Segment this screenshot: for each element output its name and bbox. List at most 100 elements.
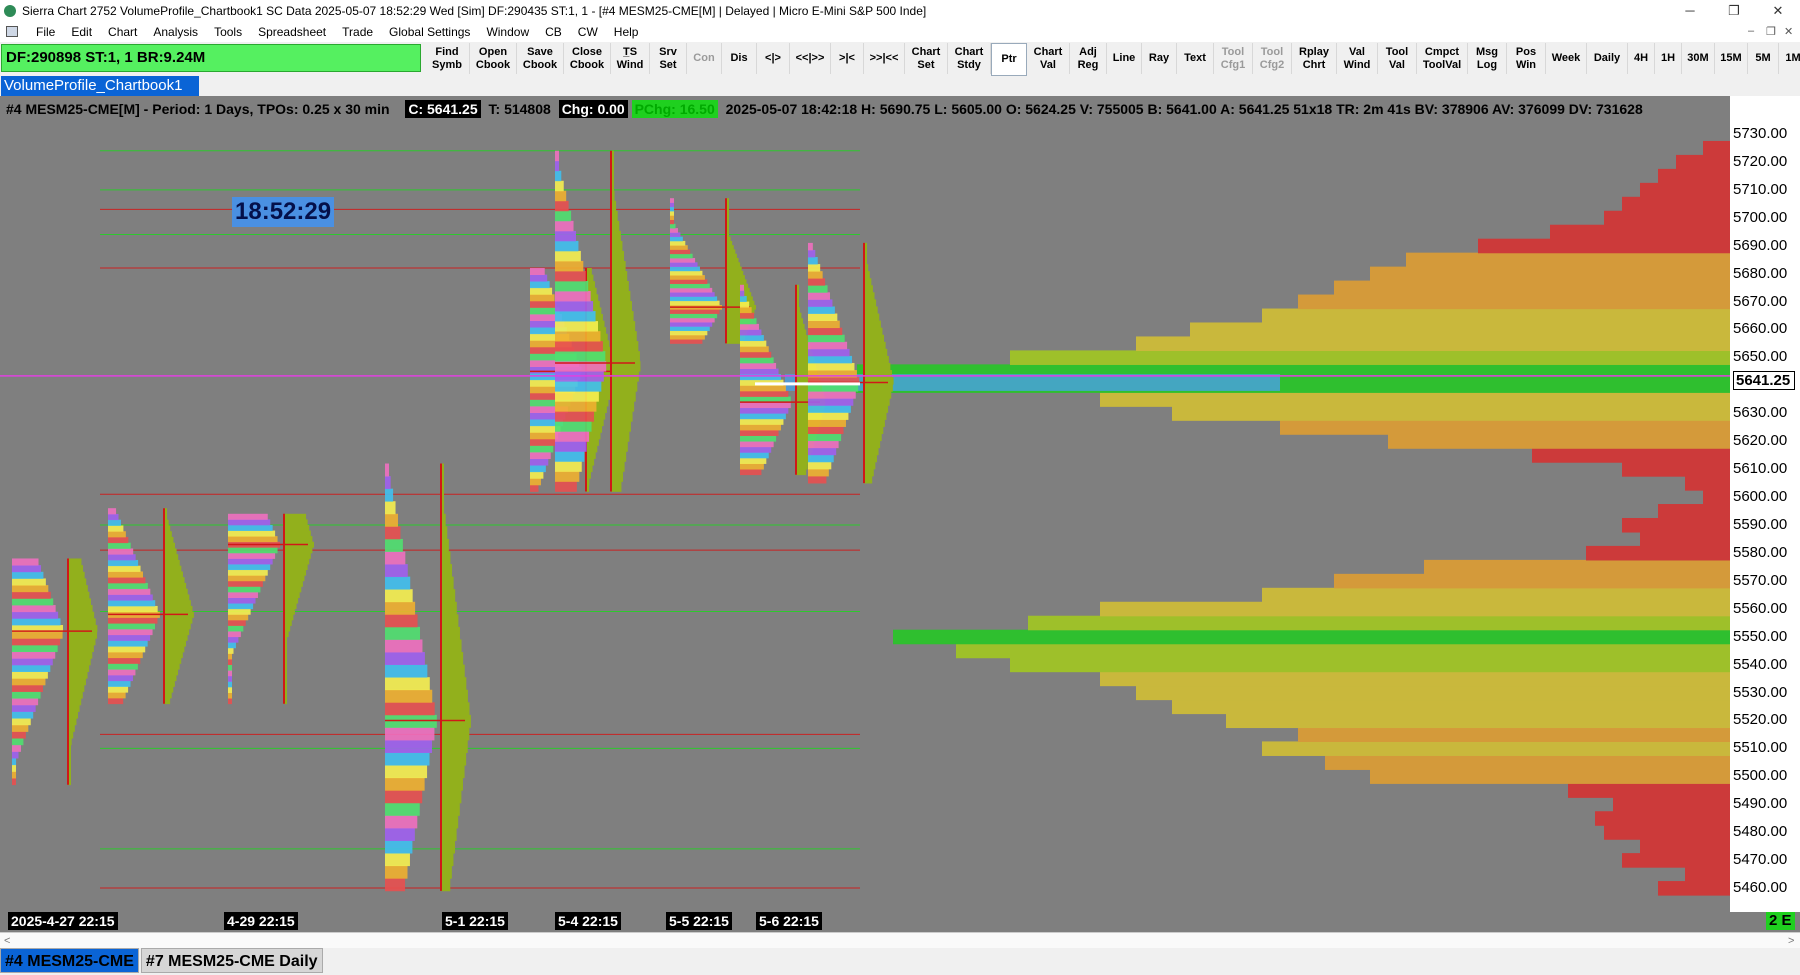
volume-profile-row (164, 531, 172, 538)
toolbar-button-save-cbook[interactable]: Save Cbook (517, 43, 564, 74)
toolbar-button-cmpct-toolval[interactable]: Cmpct ToolVal (1417, 43, 1468, 74)
toolbar-button-chart-stdy[interactable]: Chart Stdy (948, 43, 991, 74)
tpo-row (108, 686, 129, 693)
volume-profile-row (68, 671, 88, 679)
volume-profile-row (164, 588, 188, 595)
menu-help[interactable]: Help (606, 22, 647, 42)
menu-trade[interactable]: Trade (334, 22, 381, 42)
tpo-row (385, 865, 408, 879)
toolbar-button-srv-set[interactable]: Srv Set (650, 43, 687, 74)
tpo-row (670, 334, 705, 340)
menu-cb[interactable]: CB (537, 22, 570, 42)
price-tick-label: 5590.00 (1733, 515, 1788, 533)
menu-chart[interactable]: Chart (100, 22, 145, 42)
tpo-row (385, 677, 430, 691)
toolbar-button-ts-wind[interactable]: T̲S Wind (611, 43, 650, 74)
mdi-close-button[interactable]: ✕ (1784, 25, 1793, 38)
tpo-row (385, 476, 391, 490)
mdi-minimize-button[interactable]: – (1748, 25, 1754, 37)
horizontal-scrollbar[interactable]: < > (0, 932, 1800, 949)
toolbar-button-[interactable]: >>|<< (864, 43, 905, 74)
toolbar-button-5m[interactable]: 5M (1748, 43, 1779, 74)
menu-analysis[interactable]: Analysis (145, 22, 206, 42)
chart-window-icon[interactable] (6, 26, 18, 37)
toolbar-button-1m[interactable]: 1M (1779, 43, 1800, 74)
tpo-row (670, 258, 696, 263)
menu-window[interactable]: Window (478, 22, 537, 42)
composite-profile-bar (1622, 853, 1730, 868)
toolbar-button-[interactable]: <<|>> (790, 43, 831, 74)
toolbar-button-val-wind[interactable]: Val Wind (1337, 43, 1378, 74)
toolbar-button-pos-win[interactable]: Pos Win (1507, 43, 1546, 74)
toolbar-button-chart-set[interactable]: Chart Set (905, 43, 948, 74)
chartbook-name[interactable]: VolumeProfile_Chartbook1 (1, 76, 199, 96)
toolbar-button-15m[interactable]: 15M (1715, 43, 1748, 74)
volume-profile-row (164, 623, 191, 630)
volume-profile-row (611, 230, 621, 242)
volume-profile-row (164, 646, 185, 653)
volume-profile-row (441, 702, 470, 716)
minimize-button[interactable]: ─ (1670, 0, 1710, 22)
composite-profile-bar (1658, 881, 1730, 896)
menu-tools[interactable]: Tools (206, 22, 250, 42)
toolbar-button-1h[interactable]: 1H (1655, 43, 1682, 74)
toolbar-button-[interactable]: >|< (831, 43, 864, 74)
restore-button[interactable]: ❐ (1714, 0, 1754, 22)
toolbar-button-close-cbook[interactable]: Close Cbook (564, 43, 611, 74)
tpo-row (108, 571, 143, 578)
toolbar-button-[interactable]: <|> (757, 43, 790, 74)
composite-profile-bar (1640, 182, 1730, 198)
tpo-row (670, 198, 674, 203)
tpo-row (12, 605, 56, 613)
toolbar-button-dis[interactable]: Dis (722, 43, 757, 74)
toolbar-button-ptr[interactable]: Ptr (991, 43, 1027, 76)
volume-profile-row (864, 285, 873, 293)
menu-spreadsheet[interactable]: Spreadsheet (250, 22, 334, 42)
toolbar-button-msg-log[interactable]: Msg Log (1468, 43, 1507, 74)
toolbar-button-find-symb[interactable]: Find Symb (425, 43, 470, 74)
tpo-row (808, 440, 839, 449)
tpo-row (740, 295, 747, 302)
tpo-row (555, 481, 577, 492)
volume-profile-row (611, 301, 632, 312)
toolbar-button-open-cbook[interactable]: Open Cbook (470, 43, 517, 74)
tpo-row (740, 402, 791, 409)
toolbar-button-rplay-chrt[interactable]: Rplay Chrt (1292, 43, 1337, 74)
close-button[interactable]: ✕ (1758, 0, 1798, 22)
toolbar-button-line[interactable]: Line (1107, 43, 1142, 74)
toolbar-button-4h[interactable]: 4H (1628, 43, 1655, 74)
chart-tab-1[interactable]: #4 MESM25-CME (0, 948, 139, 973)
price-tick-label: 5480.00 (1733, 823, 1788, 841)
volume-profile-row (611, 351, 640, 362)
toolbar-button-30m[interactable]: 30M (1682, 43, 1715, 74)
price-tick-label: 5580.00 (1733, 543, 1788, 561)
toolbar-button-ray[interactable]: Ray (1142, 43, 1177, 74)
scroll-right-arrow[interactable]: > (1788, 933, 1794, 949)
composite-profile-bar (1262, 587, 1730, 603)
toolbar-button-adj-reg[interactable]: Adj Reg (1070, 43, 1107, 74)
price-tick-label: 5610.00 (1733, 460, 1788, 478)
menu-edit[interactable]: Edit (63, 22, 100, 42)
tpo-row (530, 478, 541, 486)
menu-cw[interactable]: CW (570, 22, 606, 42)
toolbar-button-tool-val[interactable]: Tool Val (1378, 43, 1417, 74)
scroll-left-arrow[interactable]: < (4, 933, 10, 949)
volume-profile-row (864, 461, 876, 470)
composite-profile-bar (1010, 350, 1730, 365)
mdi-restore-button[interactable]: ❐ (1766, 25, 1776, 38)
tpo-row (740, 335, 764, 342)
menu-global-settings[interactable]: Global Settings (381, 22, 478, 42)
toolbar-button-week[interactable]: Week (1546, 43, 1587, 74)
toolbar-button-chart-val[interactable]: Chart Val (1027, 43, 1070, 74)
menu-file[interactable]: File (28, 22, 63, 42)
tpo-row (228, 681, 232, 688)
tpo-row (808, 313, 838, 321)
chart-area[interactable]: #4 MESM25-CME[M] - Period: 1 Days, TPOs:… (0, 96, 1800, 932)
chart-tab-2[interactable]: #7 MESM25-CME Daily (140, 948, 323, 973)
tpo-row (385, 777, 425, 791)
volume-profile-row (864, 405, 889, 413)
toolbar-button-text[interactable]: Text (1177, 43, 1214, 74)
volume-profile-row (726, 296, 753, 302)
toolbar-button-daily[interactable]: Daily (1587, 43, 1628, 74)
volume-profile-row (611, 391, 636, 402)
